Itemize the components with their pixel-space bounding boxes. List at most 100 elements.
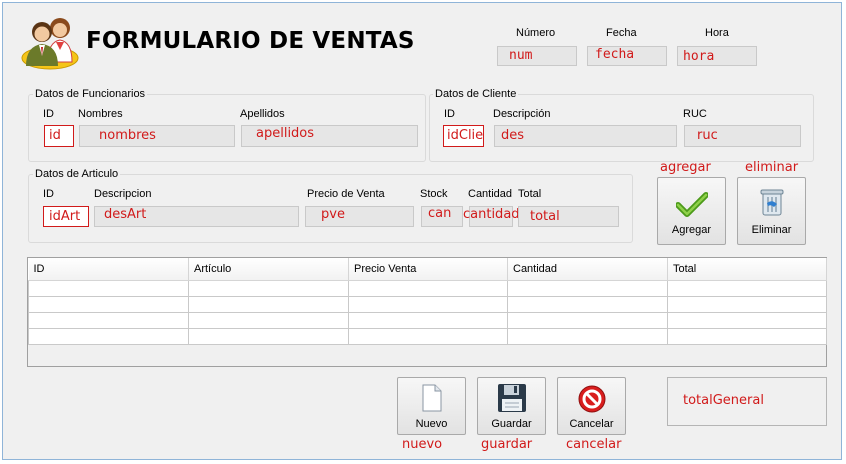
articulo-total-value: total — [530, 209, 560, 224]
detalle-table-container[interactable]: ID Artículo Precio Venta Cantidad Total — [27, 257, 827, 367]
table-cell[interactable] — [28, 296, 189, 313]
cliente-id-value: idClie — [447, 128, 484, 143]
nuevo-button-name: nuevo — [402, 437, 443, 452]
table-cell[interactable] — [188, 312, 349, 329]
table-row[interactable] — [28, 296, 827, 313]
table-cell[interactable] — [348, 312, 508, 329]
articulo-total-field[interactable]: total — [518, 206, 619, 227]
articulo-stock-value: can — [428, 206, 452, 221]
nuevo-button[interactable]: Nuevo — [397, 377, 466, 435]
funcionario-nombres-value: nombres — [99, 128, 156, 143]
column-header-precio-venta[interactable]: Precio Venta — [348, 258, 508, 281]
guardar-button[interactable]: Guardar — [477, 377, 546, 435]
table-cell[interactable] — [28, 312, 189, 329]
table-header-row: ID Artículo Precio Venta Cantidad Total — [28, 258, 827, 281]
funcionario-apellidos-field[interactable]: apellidos — [241, 125, 418, 147]
column-header-id[interactable]: ID — [28, 258, 189, 281]
table-cell[interactable] — [507, 280, 668, 297]
table-cell[interactable] — [667, 296, 827, 313]
funcionario-nombres-label: Nombres — [78, 108, 123, 120]
users-icon — [18, 10, 82, 70]
articulo-id-value: idArt — [49, 209, 81, 224]
document-icon — [420, 384, 444, 415]
table-cell[interactable] — [667, 328, 827, 345]
cliente-ruc-label: RUC — [683, 108, 707, 120]
checkmark-icon — [674, 192, 709, 221]
cliente-id-label: ID — [444, 108, 455, 120]
articulo-descripcion-field[interactable]: desArt — [94, 206, 299, 227]
table-cell[interactable] — [28, 280, 189, 297]
column-header-articulo[interactable]: Artículo — [188, 258, 349, 281]
guardar-button-name: guardar — [481, 437, 533, 452]
cancelar-button-name: cancelar — [566, 437, 622, 452]
funcionario-nombres-field[interactable]: nombres — [79, 125, 235, 147]
agregar-label: Agregar — [671, 224, 712, 236]
table-cell[interactable] — [348, 328, 508, 345]
cliente-descripcion-label: Descripción — [493, 108, 551, 120]
eliminar-button-name: eliminar — [745, 160, 799, 175]
articulo-cantidad-label: Cantidad — [468, 188, 513, 200]
funcionario-id-field[interactable]: id — [44, 125, 74, 147]
hora-label: Hora — [705, 27, 729, 39]
cliente-ruc-value: ruc — [697, 128, 718, 143]
cancelar-label: Cancelar — [569, 418, 614, 430]
table-row[interactable] — [28, 312, 827, 329]
numero-field[interactable]: num — [497, 46, 577, 66]
floppy-disk-icon — [497, 383, 527, 416]
cliente-group-title: Datos de Cliente — [433, 88, 519, 100]
cliente-descripcion-field[interactable]: des — [494, 125, 677, 147]
funcionarios-group-title: Datos de Funcionarios — [33, 88, 148, 100]
trash-icon — [760, 187, 784, 220]
table-cell[interactable] — [667, 312, 827, 329]
hora-field[interactable]: hora — [677, 46, 757, 66]
cliente-ruc-field[interactable]: ruc — [684, 125, 801, 147]
table-row[interactable] — [28, 328, 827, 345]
total-general-field[interactable]: totalGeneral — [667, 377, 827, 426]
cliente-descripcion-value: des — [501, 128, 525, 143]
articulo-precio-field[interactable]: pve — [305, 206, 414, 227]
agregar-button-name: agregar — [660, 160, 711, 175]
column-header-total[interactable]: Total — [667, 258, 827, 281]
eliminar-label: Eliminar — [751, 224, 792, 236]
funcionario-id-value: id — [49, 128, 61, 143]
fecha-value: fecha — [595, 47, 635, 62]
articulo-precio-label: Precio de Venta — [307, 188, 385, 200]
hora-value: hora — [683, 49, 715, 64]
articulo-group-title: Datos de Articulo — [33, 168, 121, 180]
articulo-stock-label: Stock — [420, 188, 448, 200]
agregar-button[interactable]: Agregar — [657, 177, 726, 245]
cancelar-button[interactable]: Cancelar — [557, 377, 626, 435]
table-cell[interactable] — [507, 328, 668, 345]
page-title: FORMULARIO DE VENTAS — [86, 28, 415, 54]
articulo-precio-value: pve — [321, 207, 345, 222]
table-cell[interactable] — [188, 328, 349, 345]
articulo-descripcion-label: Descripcion — [94, 188, 152, 200]
column-header-cantidad[interactable]: Cantidad — [507, 258, 668, 281]
total-general-value: totalGeneral — [683, 393, 764, 408]
fecha-label: Fecha — [606, 27, 637, 39]
funcionario-id-label: ID — [43, 108, 54, 120]
table-row[interactable] — [28, 280, 827, 297]
guardar-label: Guardar — [491, 418, 532, 430]
articulo-stock-field[interactable]: can — [421, 206, 463, 227]
articulo-total-label: Total — [518, 188, 542, 200]
table-cell[interactable] — [188, 280, 349, 297]
table-cell[interactable] — [507, 296, 668, 313]
numero-value: num — [509, 48, 533, 63]
articulo-id-field[interactable]: idArt — [43, 206, 89, 227]
articulo-descripcion-value: desArt — [104, 207, 147, 222]
articulo-cantidad-field[interactable]: cantidad — [463, 206, 520, 227]
table-cell[interactable] — [507, 312, 668, 329]
articulo-cantidad-value: cantidad — [463, 207, 520, 222]
table-cell[interactable] — [667, 280, 827, 297]
table-cell[interactable] — [348, 280, 508, 297]
funcionario-apellidos-label: Apellidos — [240, 108, 285, 120]
fecha-field[interactable]: fecha — [587, 46, 667, 66]
table-cell[interactable] — [28, 328, 189, 345]
table-cell[interactable] — [348, 296, 508, 313]
cancel-icon — [577, 384, 607, 417]
table-cell[interactable] — [188, 296, 349, 313]
cliente-id-field[interactable]: idClie — [443, 125, 484, 147]
detalle-table[interactable]: ID Artículo Precio Venta Cantidad Total — [28, 258, 827, 345]
eliminar-button[interactable]: Eliminar — [737, 177, 806, 245]
